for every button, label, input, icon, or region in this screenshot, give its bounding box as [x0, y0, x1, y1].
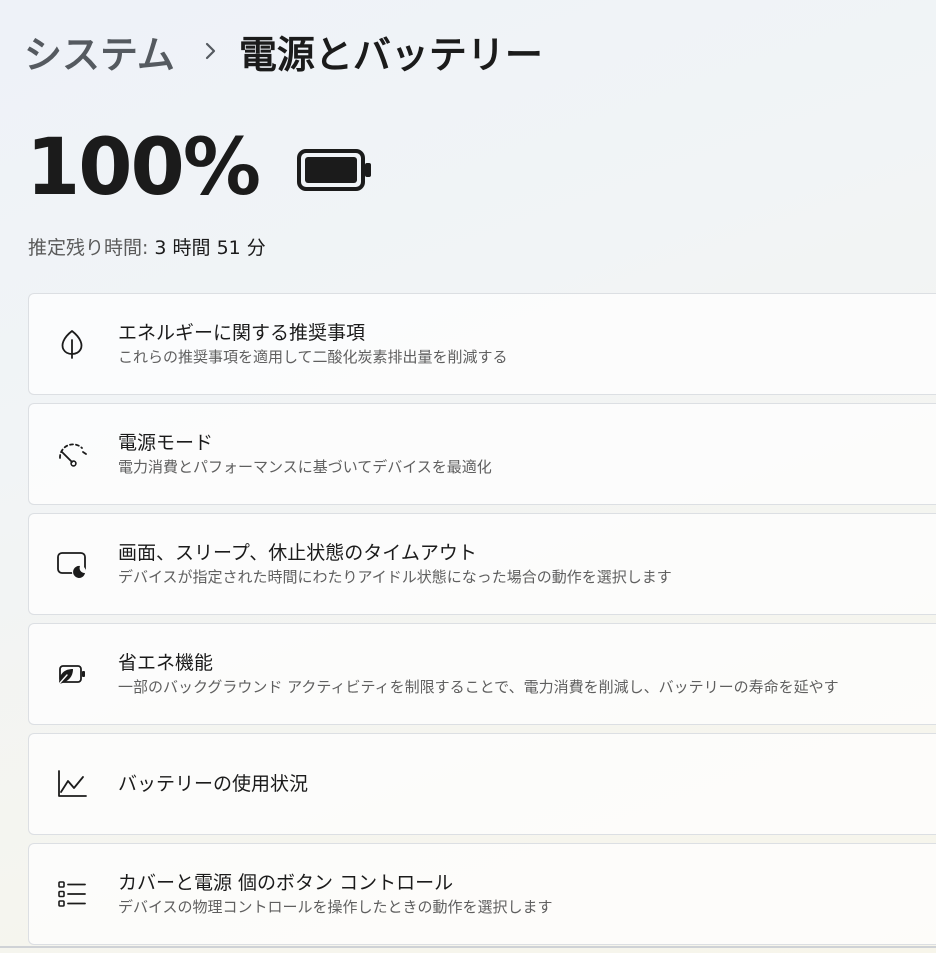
- list-icon: [56, 878, 88, 910]
- battery-percent: 100%: [26, 123, 261, 213]
- card-power-mode[interactable]: 電源モード 電力消費とパフォーマンスに基づいてデバイスを最適化: [28, 403, 936, 505]
- gauge-icon: [56, 438, 88, 470]
- screen-sleep-icon: [56, 548, 88, 580]
- card-description: これらの推奨事項を適用して二酸化炭素排出量を削減する: [118, 348, 508, 366]
- battery-status: 100%: [26, 118, 373, 218]
- page-title: 電源とバッテリー: [238, 32, 543, 77]
- settings-list: エネルギーに関する推奨事項 これらの推奨事項を適用して二酸化炭素排出量を削減する…: [28, 293, 936, 953]
- card-description: デバイスが指定された時間にわたりアイドル状態になった場合の動作を選択します: [118, 568, 672, 586]
- leaf-icon: [56, 328, 88, 360]
- breadcrumb: システム 電源とバッテリー: [24, 24, 543, 79]
- card-energy-recommendations[interactable]: エネルギーに関する推奨事項 これらの推奨事項を適用して二酸化炭素排出量を削減する: [28, 293, 936, 395]
- card-title: 画面、スリープ、休止状態のタイムアウト: [118, 542, 477, 564]
- battery-saver-icon: [56, 658, 88, 690]
- battery-estimate: 推定残り時間: 3 時間 51 分: [28, 233, 266, 260]
- divider: [0, 946, 936, 948]
- card-title: 省エネ機能: [118, 652, 214, 674]
- card-lid-power-button-controls[interactable]: カバーと電源 個のボタン コントロール デバイスの物理コントロールを操作したとき…: [28, 843, 936, 945]
- card-battery-saver[interactable]: 省エネ機能 一部のバックグラウンド アクティビティを制限することで、電力消費を削…: [28, 623, 936, 725]
- estimate-label: 推定残り時間:: [28, 237, 149, 259]
- chevron-right-icon: [205, 41, 217, 61]
- chart-line-icon: [56, 768, 88, 800]
- card-description: 一部のバックグラウンド アクティビティを制限することで、電力消費を削減し、バッテ…: [118, 678, 839, 696]
- card-screen-sleep-timeout[interactable]: 画面、スリープ、休止状態のタイムアウト デバイスが指定された時間にわたりアイドル…: [28, 513, 936, 615]
- card-description: 電力消費とパフォーマンスに基づいてデバイスを最適化: [118, 458, 492, 476]
- card-title: エネルギーに関する推奨事項: [118, 322, 366, 344]
- battery-icon: [296, 148, 373, 192]
- card-title: カバーと電源 個のボタン コントロール: [118, 872, 454, 894]
- estimate-value: 3 時間 51 分: [154, 237, 266, 259]
- card-battery-usage[interactable]: バッテリーの使用状況: [28, 733, 936, 835]
- breadcrumb-parent[interactable]: システム: [24, 24, 175, 79]
- card-title: 電源モード: [118, 432, 214, 454]
- card-title: バッテリーの使用状況: [118, 773, 309, 795]
- card-description: デバイスの物理コントロールを操作したときの動作を選択します: [118, 898, 553, 916]
